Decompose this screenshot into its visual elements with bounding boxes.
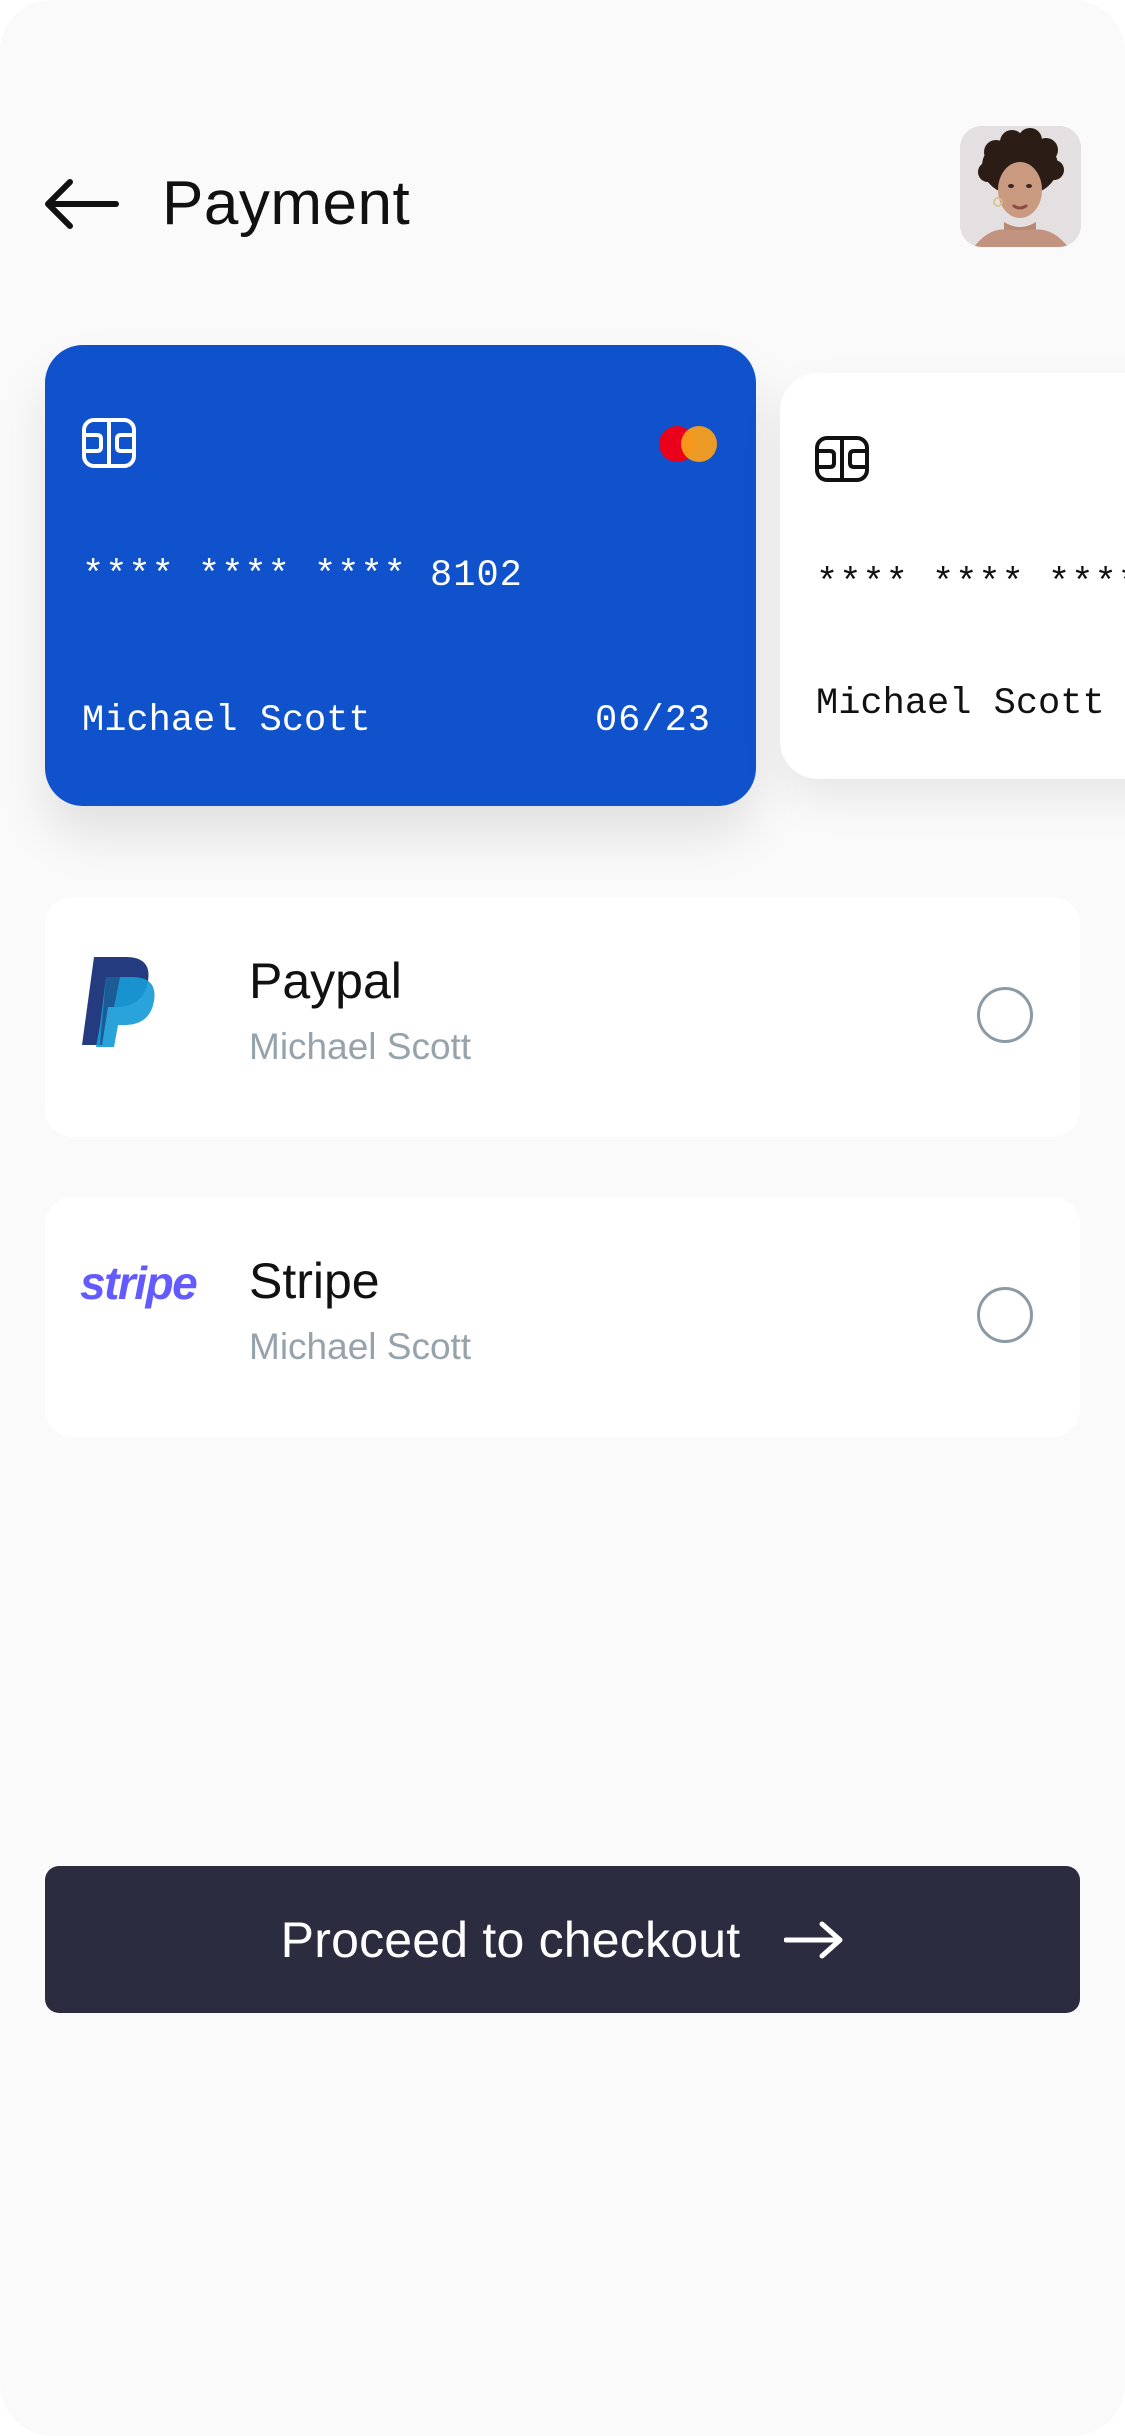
method-name: Paypal [249,953,402,1009]
arrow-right-icon [784,1920,844,1960]
mastercard-logo-icon [659,426,717,462]
stripe-logo-icon: stripe [80,1257,198,1309]
card-holder-name: Michael Scott [82,700,371,742]
card-holder-name: Michael Scott [816,683,1105,725]
avatar-image [960,126,1081,247]
method-account: Michael Scott [249,1326,472,1367]
card-chip-icon [82,418,136,468]
method-name: Stripe [249,1253,380,1309]
page-title: Payment [162,169,411,238]
card-chip-icon [815,436,869,482]
checkout-label: Proceed to checkout [280,1911,741,1968]
payment-screen: Payment **** **** **** 8102 Michael Scot… [0,0,1125,2436]
paypal-radio[interactable] [977,987,1033,1043]
back-button[interactable] [40,176,120,232]
checkout-button[interactable]: Proceed to checkout [45,1866,1080,2013]
card-number: **** **** **** 8102 [82,555,523,597]
credit-card-primary[interactable]: **** **** **** 8102 Michael Scott 06/23 [45,345,756,806]
card-expiry: 06/23 [594,700,711,742]
card-number: **** **** **** [816,563,1125,605]
payment-method-stripe[interactable]: stripe Stripe Michael Scott [45,1197,1080,1437]
paypal-logo-icon [80,955,160,1054]
credit-card-secondary[interactable]: **** **** **** Michael Scott [780,373,1125,779]
stripe-radio[interactable] [977,1287,1033,1343]
payment-method-paypal[interactable]: Paypal Michael Scott [45,897,1080,1137]
arrow-left-icon [45,179,119,229]
avatar[interactable] [960,126,1081,247]
method-account: Michael Scott [249,1026,472,1067]
